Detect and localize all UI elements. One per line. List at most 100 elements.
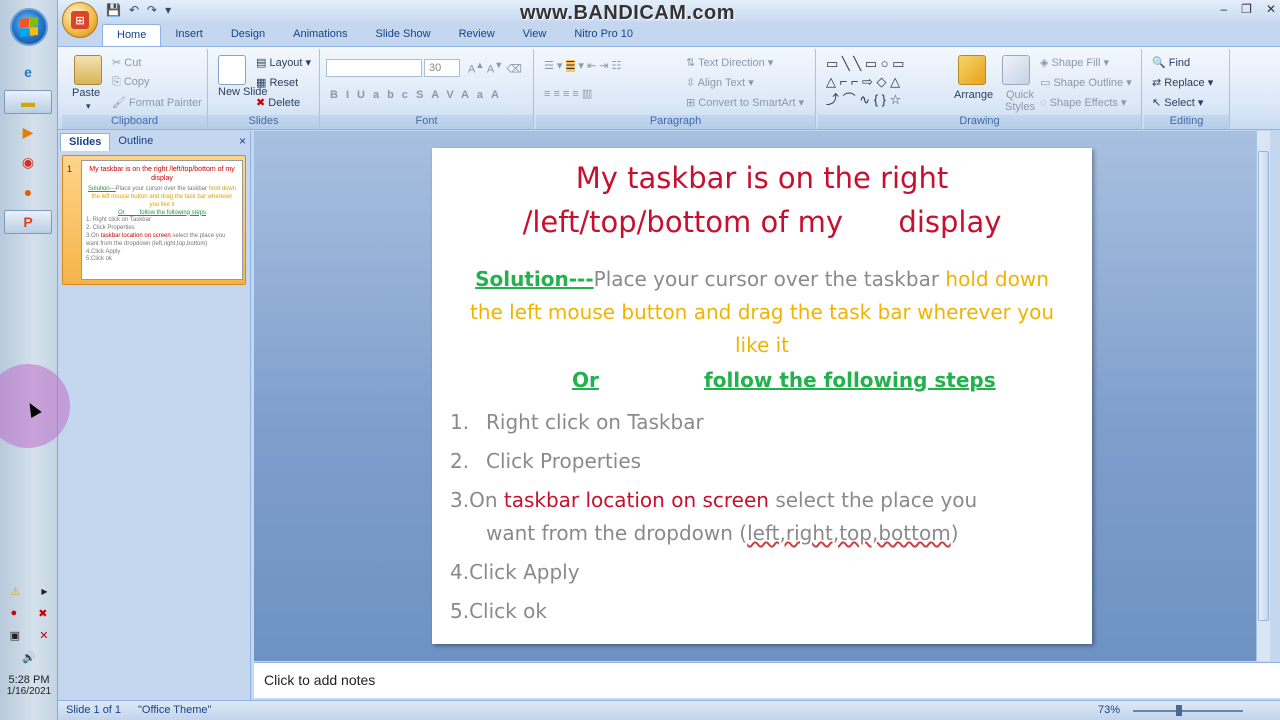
quick-styles-icon[interactable] [1002, 55, 1030, 85]
tab-outline[interactable]: Outline [110, 133, 161, 151]
font-format-button[interactable]: Aa [461, 89, 491, 101]
start-button[interactable] [10, 8, 48, 46]
step-3-red-text: taskbar location on screen [503, 488, 769, 512]
theme-name[interactable]: "Office Theme" [138, 704, 211, 716]
reset-button[interactable]: ▦ Reset [256, 76, 298, 89]
record-icon[interactable]: ● [11, 607, 18, 619]
font-name-box[interactable] [326, 59, 422, 77]
undo-icon[interactable]: ↶ [129, 3, 139, 17]
paste-button[interactable]: Paste [72, 87, 100, 99]
thumb-step5: 5.Click ok [86, 256, 113, 263]
text-direction-button[interactable]: ⇅ Text Direction ▾ [686, 56, 773, 69]
clock-time[interactable]: 5:28 PM [0, 674, 58, 686]
solution-paragraph[interactable]: Solution---Place your cursor over the ta… [462, 263, 1062, 362]
smartart-button[interactable]: ⊞ Convert to SmartArt ▾ [686, 96, 804, 109]
tab-insert[interactable]: Insert [161, 24, 217, 46]
grow-shrink-font-buttons[interactable]: A▲ A▼ ⌫ [468, 60, 522, 76]
powerpoint-taskbar-icon[interactable]: P [4, 210, 52, 234]
thumb-title: My taskbar is on the right /left/top/bot… [89, 166, 235, 183]
volume-icon[interactable]: 🔊 [22, 651, 36, 664]
font-format-button[interactable]: AV [431, 89, 461, 101]
paragraph-label: Paragraph [536, 115, 815, 129]
warning-icon[interactable]: ⚠ [10, 585, 20, 598]
font-label: Font [320, 115, 533, 129]
shape-fill-button[interactable]: ◈ Shape Fill ▾ [1040, 56, 1109, 69]
qat-more-icon[interactable]: ▾ [165, 3, 171, 17]
font-format-button[interactable]: B [330, 89, 346, 101]
chrome-icon[interactable]: ◉ [4, 150, 52, 174]
notes-pane[interactable]: Click to add notes [254, 662, 1280, 698]
arrange-button[interactable]: Arrange [954, 89, 993, 101]
panel-close-icon[interactable]: × [239, 134, 246, 148]
device-icon[interactable]: ▣ [10, 629, 20, 642]
step-2-number: 2. [450, 449, 470, 473]
follow-steps-label: follow the following steps [704, 368, 996, 392]
step-1: 1. Right click on Taskbar [450, 406, 1070, 439]
cut-label: Cut [124, 57, 142, 69]
layout-button[interactable]: ▤ Layout ▾ [256, 56, 311, 69]
office-button[interactable]: ⊞ [62, 2, 98, 38]
copy-button[interactable]: ⎘ Copy [112, 76, 150, 89]
tab-nitro-pro-10[interactable]: Nitro Pro 10 [560, 24, 647, 46]
close-button[interactable]: ✕ [1266, 2, 1276, 16]
shape-outline-button[interactable]: ▭ Shape Outline ▾ [1040, 76, 1132, 89]
tab-view[interactable]: View [509, 24, 561, 46]
delete-slide-button[interactable]: ✖ Delete [256, 96, 300, 109]
slide-editing-area: My taskbar is on the right /left/top/bot… [254, 131, 1270, 661]
font-format-button[interactable]: A [491, 89, 507, 101]
font-format-button[interactable]: S [416, 89, 431, 101]
chevron-right-icon[interactable]: ▶ [41, 587, 47, 596]
slide-canvas[interactable]: My taskbar is on the right /left/top/bot… [432, 148, 1092, 644]
vertical-scrollbar[interactable] [1256, 131, 1270, 661]
restore-button[interactable]: ❐ [1241, 2, 1252, 16]
zoom-level[interactable]: 73% [1098, 704, 1120, 716]
tab-slides[interactable]: Slides [60, 133, 111, 151]
select-button[interactable]: ↖ Select ▾ [1152, 96, 1203, 109]
font-format-buttons[interactable]: BIUabcSAVAaA [330, 89, 507, 101]
new-slide-icon[interactable] [218, 55, 246, 85]
alignment-buttons[interactable]: ≡ ≡ ≡ ≡ ▥ [544, 87, 592, 100]
internet-explorer-icon[interactable]: e [4, 60, 52, 84]
shape-effects-button[interactable]: ◌ Shape Effects ▾ [1040, 96, 1126, 109]
tab-animations[interactable]: Animations [279, 24, 361, 46]
list-buttons[interactable]: ☰ ▾ ☰ ▾ ⇤ ⇥ ☷ [544, 59, 621, 72]
zoom-slider[interactable] [1133, 710, 1243, 712]
slide-title[interactable]: My taskbar is on the right /left/top/bot… [432, 156, 1092, 244]
tab-review[interactable]: Review [445, 24, 509, 46]
window-controls: ‒ ❐ ✕ [1220, 2, 1276, 16]
arrange-icon[interactable] [958, 55, 986, 85]
media-player-icon[interactable]: ▶ [4, 120, 52, 144]
font-format-button[interactable]: abc [373, 89, 416, 101]
font-format-button[interactable]: U [357, 89, 373, 101]
find-button[interactable]: 🔍 Find [1152, 56, 1190, 69]
steps-list[interactable]: 1. Right click on Taskbar 2. Click Propert… [450, 406, 1070, 634]
minimize-button[interactable]: ‒ [1220, 2, 1227, 16]
network-error-icon[interactable]: ✖ [38, 607, 47, 620]
speaker-muted-icon[interactable]: ✕ [39, 629, 48, 642]
paste-dropdown-icon[interactable]: ▾ [86, 101, 91, 112]
format-painter-button[interactable]: 🖌 Format Painter [112, 96, 202, 109]
tab-design[interactable]: Design [217, 24, 279, 46]
replace-button[interactable]: ⇄ Replace ▾ [1152, 76, 1213, 89]
quick-styles-button[interactable]: Quick Styles [1000, 89, 1040, 113]
shapes-gallery[interactable]: ▭ ╲ ╲ ▭ ○ ▭ △ ⌐ ⌐ ⇨ ◇ △ ⤴ ⌒ ∿ { } ☆ [826, 55, 946, 109]
tab-home[interactable]: Home [102, 24, 162, 46]
save-icon[interactable]: 💾 [106, 3, 121, 17]
font-format-button[interactable]: I [346, 89, 357, 101]
paste-icon[interactable] [74, 55, 102, 85]
thumb-solution-label: Solution--- [87, 186, 116, 193]
zoom-slider-knob[interactable] [1176, 705, 1182, 716]
redo-icon[interactable]: ↷ [147, 3, 157, 17]
cut-button[interactable]: ✂ Cut [112, 56, 141, 69]
slide-thumbnail[interactable]: 1 My taskbar is on the right /left/top/b… [62, 155, 246, 285]
firefox-icon[interactable]: ● [4, 180, 52, 204]
align-text-button[interactable]: ⇳ Align Text ▾ [686, 76, 754, 89]
tab-slide-show[interactable]: Slide Show [362, 24, 445, 46]
title-bar: 💾 ↶ ↷ ▾ www.BANDICAM.com ‒ ❐ ✕ [58, 0, 1280, 24]
file-explorer-icon[interactable]: ▬ [4, 90, 52, 114]
clock-date[interactable]: 1/16/2021 [0, 686, 58, 697]
font-size-box[interactable]: 30 [424, 59, 460, 77]
thumb-step3-pre: 3.On [86, 232, 101, 239]
scrollbar-thumb[interactable] [1258, 151, 1269, 621]
clipboard-group: Paste ▾ ✂ Cut ⎘ Copy 🖌 Format Painter Cl… [62, 49, 208, 129]
